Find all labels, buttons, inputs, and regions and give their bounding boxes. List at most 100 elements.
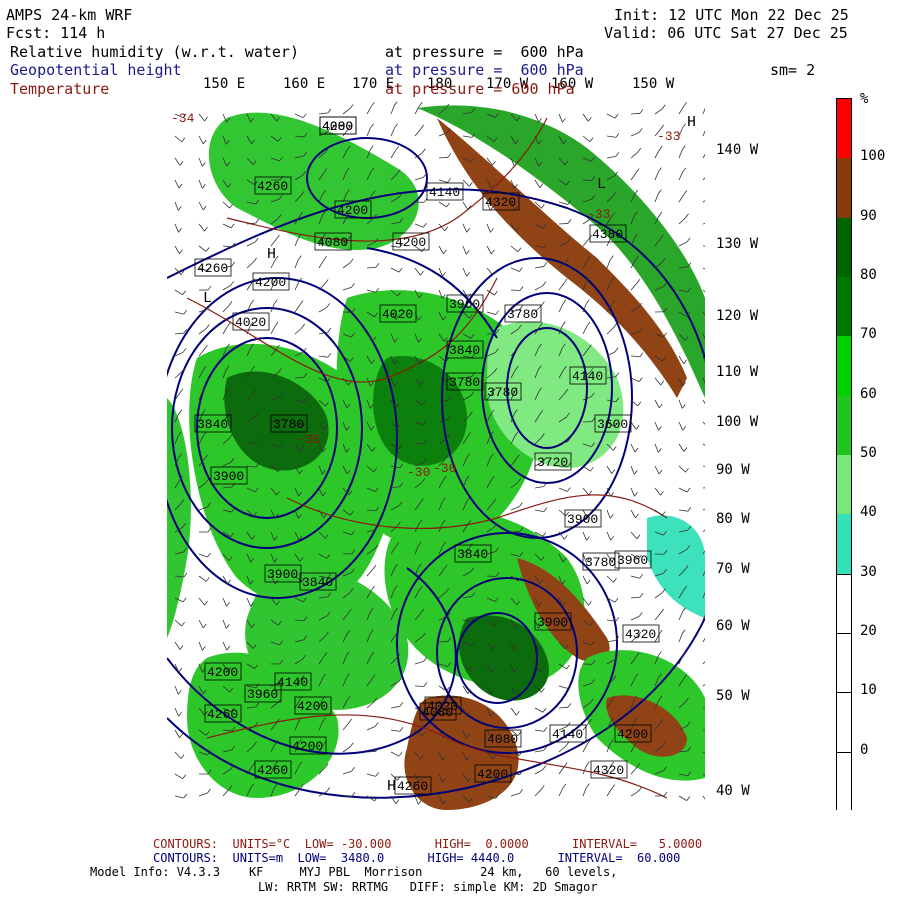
height-label: 3840: [197, 417, 228, 432]
height-label: 4200: [297, 699, 328, 714]
height-label: 3840: [457, 547, 488, 562]
colorbar-segment: [837, 455, 851, 515]
colorbar-tick-label: 40: [860, 504, 877, 521]
height-label: 4200: [255, 275, 286, 290]
height-label: 4140: [277, 675, 308, 690]
height-label: 4260: [197, 261, 228, 276]
footer-temp-contours: CONTOURS: UNITS=°C LOW= -30.000 HIGH= 0.…: [153, 837, 703, 851]
height-label: 4200: [337, 203, 368, 218]
height-label: 4140: [552, 727, 583, 742]
lon-label-right: 130 W: [716, 236, 759, 252]
temperature-label: -30: [433, 461, 456, 476]
colorbar-segment: [837, 395, 851, 455]
lon-label-150w: 150 W: [632, 76, 675, 92]
colorbar-tick-label: 100: [860, 148, 886, 165]
high-pressure-symbol: H: [387, 778, 396, 795]
height-label: 3960: [449, 297, 480, 312]
height-label: 4020: [235, 315, 266, 330]
height-label: 4320: [485, 195, 516, 210]
temperature-label: -30: [407, 465, 430, 480]
colorbar-tick-label: 60: [860, 385, 877, 402]
height-label: 3780: [273, 417, 304, 432]
colorbar-tick-label: 30: [860, 563, 877, 580]
height-label: 3960: [247, 687, 278, 702]
height-label: 4200: [617, 727, 648, 742]
height-label: 3900: [567, 512, 598, 527]
height-label: 3960: [617, 553, 648, 568]
lon-label-right: 80 W: [716, 511, 750, 527]
colorbar-tick-label: 90: [860, 207, 877, 224]
lon-label-right: 120 W: [716, 308, 759, 324]
colorbar-tick-label: 50: [860, 445, 877, 461]
temperature-label: -33: [657, 129, 680, 144]
colorbar-tick-label: 0: [860, 741, 869, 758]
low-pressure-symbol: L: [203, 290, 212, 307]
height-label: 3900: [537, 615, 568, 630]
height-label: 4320: [625, 627, 656, 642]
height-label: 3600: [597, 417, 628, 432]
valid-time: Valid: 06 UTC Sat 27 Dec 25: [604, 24, 848, 42]
height-label: 3780: [507, 307, 538, 322]
colorbar-segment: [837, 692, 851, 752]
lon-label-right: 140 W: [716, 142, 759, 158]
colorbar-tick-label: 10: [860, 682, 877, 699]
low-pressure-symbol: L: [597, 176, 606, 193]
height-label: 4140: [429, 185, 460, 200]
wind-barb: [486, 575, 497, 577]
height-label: 3780: [585, 555, 616, 570]
high-pressure-symbol: H: [267, 246, 276, 263]
colorbar-tick-label: 80: [860, 267, 877, 283]
high-pressure-symbol: H: [687, 114, 696, 131]
colorbar-segment: [837, 158, 851, 218]
wind-barb: [510, 289, 521, 291]
field-name-height: Geopotential height: [10, 61, 182, 79]
height-label: 3900: [213, 469, 244, 484]
height-label: 4140: [572, 369, 603, 384]
height-label: 3840: [449, 343, 480, 358]
colorbar-segment: [837, 751, 851, 811]
height-label: 4320: [593, 763, 624, 778]
height-label: 3780: [487, 385, 518, 400]
colorbar-tick-label: 20: [860, 623, 877, 639]
init-time: Init: 12 UTC Mon 22 Dec 25: [614, 6, 849, 24]
colorbar-segment: [837, 336, 851, 396]
colorbar-segment: [837, 514, 851, 574]
height-label: 4080: [487, 732, 518, 747]
field-pressure-rh: at pressure = 600 hPa: [385, 43, 584, 61]
colorbar: [836, 98, 852, 811]
temperature-label: -35: [297, 432, 320, 447]
colorbar-segment: [837, 217, 851, 277]
height-label: 3900: [267, 567, 298, 582]
height-label: 4080: [322, 119, 353, 134]
temperature-label: -33: [587, 207, 610, 222]
height-label: 4080: [422, 705, 453, 720]
field-name-rh: Relative humidity (w.r.t. water): [10, 43, 299, 61]
lon-label-right: 70 W: [716, 561, 750, 577]
rh-map: 4200 4260 4140 4320 4080 4200 4200 4260 4380 4200…: [167, 98, 705, 810]
height-label: 3720: [537, 455, 568, 470]
height-label: 4200: [477, 767, 508, 782]
height-label: 4200: [207, 665, 238, 680]
lon-label-right: 110 W: [716, 364, 759, 380]
colorbar-tick-label: 70: [860, 326, 877, 343]
height-label: 4200: [395, 235, 426, 250]
height-label: 4380: [592, 227, 623, 242]
footer-model-info: Model Info: V4.3.3 KF MYJ PBL Morrison 2…: [90, 865, 618, 879]
lon-label-160e: 160 E: [283, 76, 326, 92]
height-label: 4260: [257, 763, 288, 778]
smoothing-label: sm= 2: [770, 61, 816, 79]
field-pressure-temp: at pressure = 600 hPa: [385, 80, 575, 98]
lon-label-right: 90 W: [716, 462, 750, 478]
model-title: AMPS 24-km WRF: [6, 6, 133, 24]
lon-label-150e: 150 E: [203, 76, 246, 92]
colorbar-segment: [837, 277, 851, 337]
colorbar-unit: %: [860, 91, 869, 107]
height-label: 4200: [292, 739, 323, 754]
height-label: 3780: [449, 375, 480, 390]
height-label: 4260: [207, 707, 238, 722]
height-label: 4260: [257, 179, 288, 194]
forecast-hour: Fcst: 114 h: [6, 24, 106, 42]
colorbar-segment: [837, 573, 851, 633]
colorbar-segment: [837, 99, 851, 159]
height-label: 3840: [302, 575, 333, 590]
